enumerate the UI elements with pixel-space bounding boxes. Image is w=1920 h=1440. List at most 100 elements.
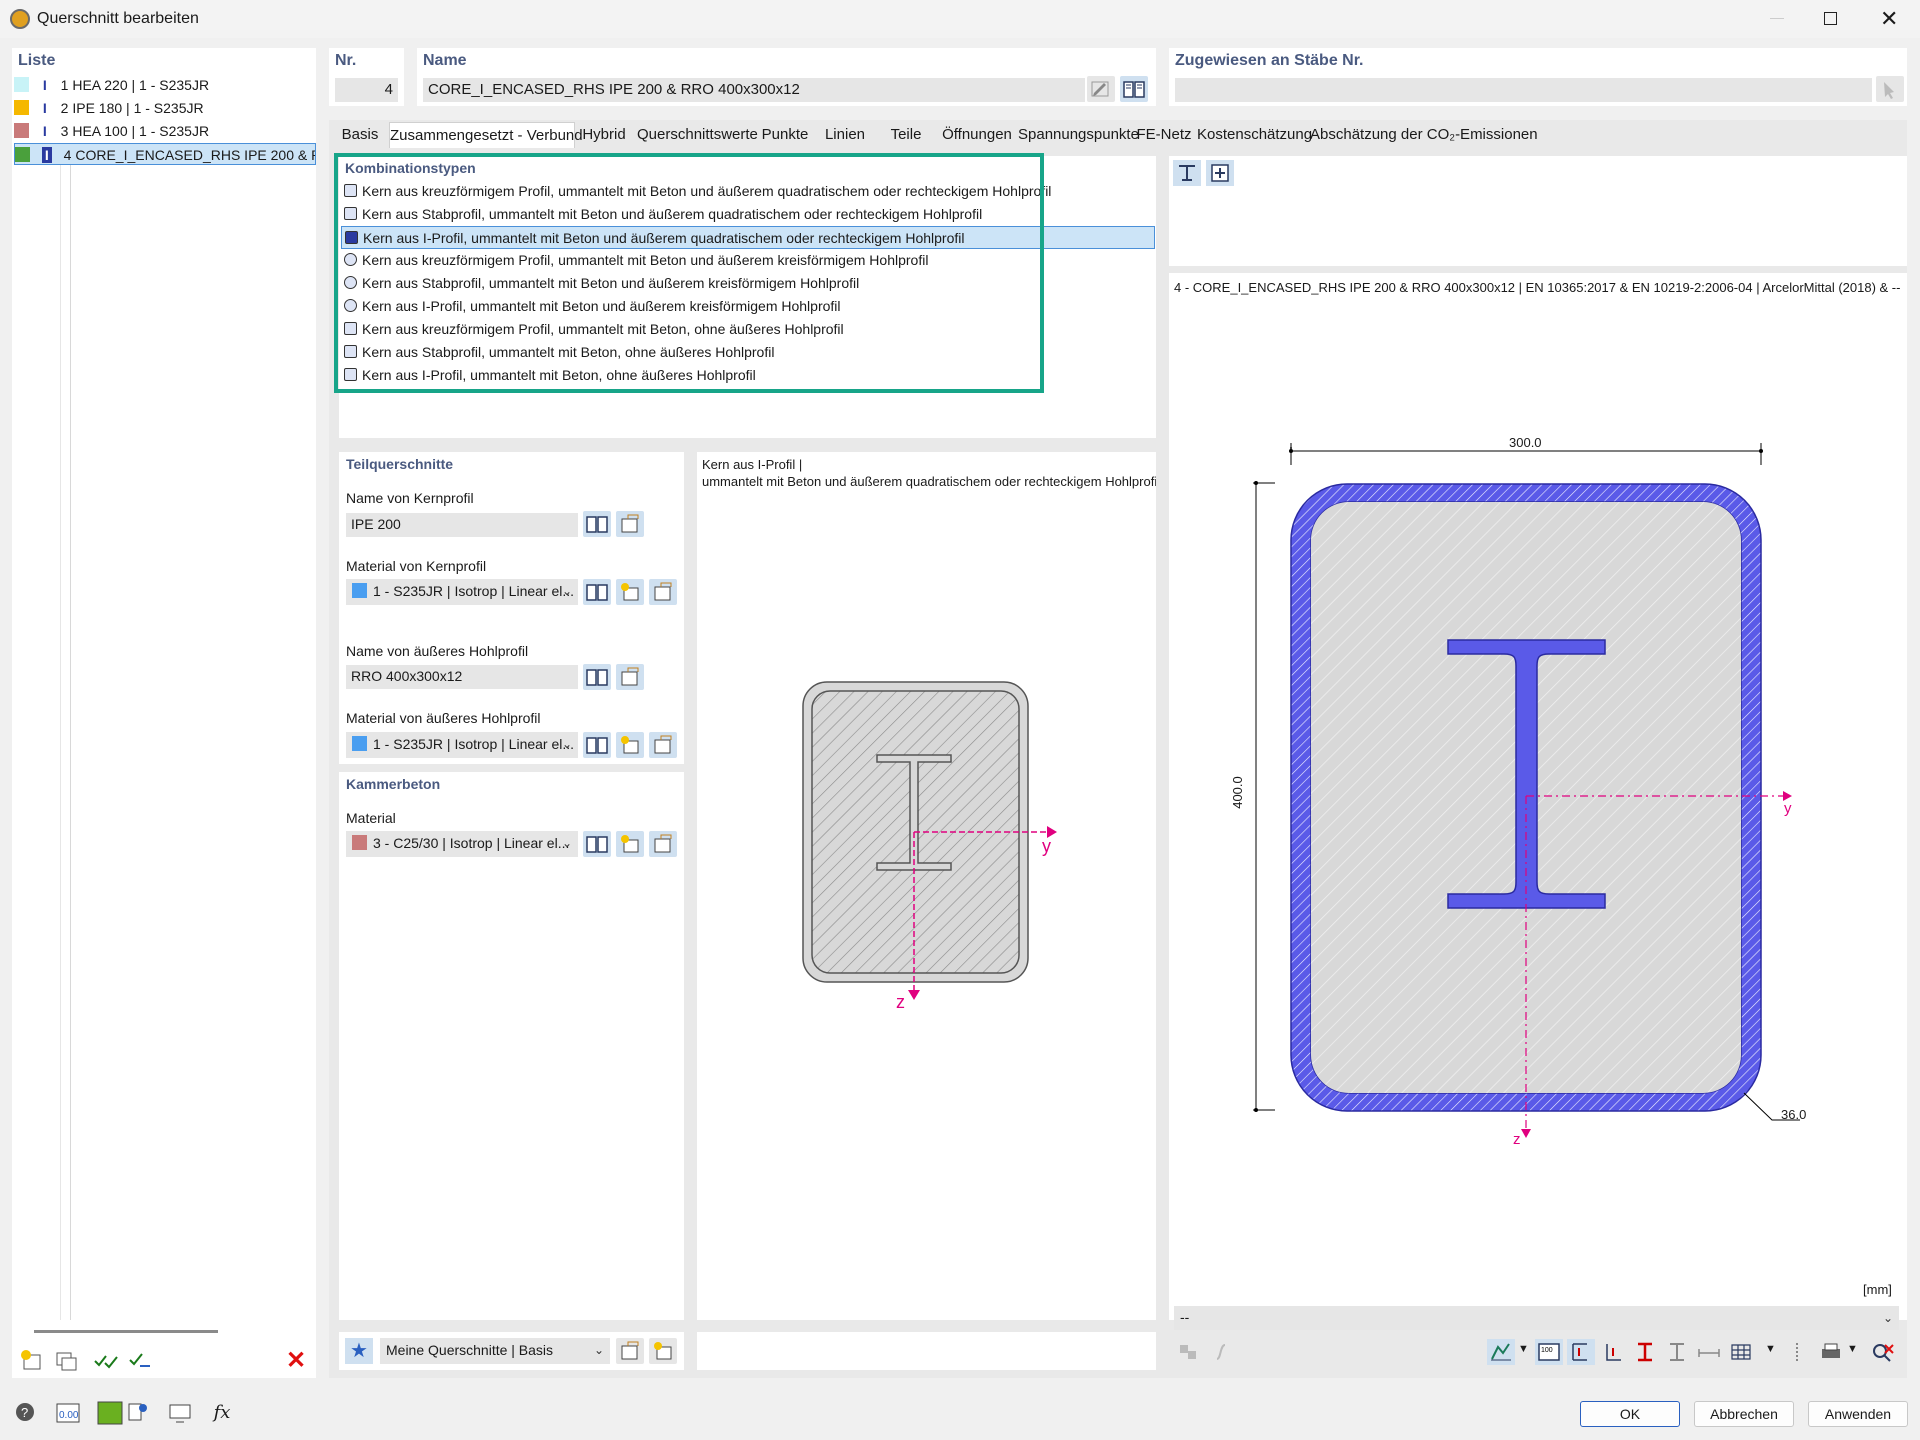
- new-material-icon[interactable]: [616, 732, 644, 758]
- library-icon[interactable]: [583, 579, 611, 605]
- formula-icon[interactable]: fx: [208, 1400, 236, 1426]
- tab-lines[interactable]: Linien: [820, 122, 870, 148]
- apply-button[interactable]: Anwenden: [1808, 1401, 1908, 1427]
- view-select[interactable]: -- ⌄: [1174, 1306, 1899, 1330]
- library-icon[interactable]: [583, 664, 611, 690]
- chevron-down-icon: ⌄: [561, 584, 572, 598]
- library-icon[interactable]: [583, 732, 611, 758]
- library-select[interactable]: Meine Querschnitte | Basis ⌄: [380, 1338, 610, 1364]
- function-icon[interactable]: [1207, 1339, 1235, 1365]
- assigned-field[interactable]: [1175, 78, 1872, 102]
- select-members-icon[interactable]: [1876, 76, 1904, 102]
- color-icon[interactable]: [96, 1400, 124, 1426]
- library-icon[interactable]: [1120, 76, 1148, 102]
- chevron-down-icon: ⌄: [593, 1343, 604, 1357]
- axis-z-label: z: [1513, 1131, 1521, 1148]
- outer-name-label: Name von äußeres Hohlprofil: [346, 643, 529, 659]
- add-section-icon[interactable]: [1206, 160, 1234, 186]
- axes-icon[interactable]: [1599, 1339, 1627, 1365]
- tab-hybrid[interactable]: Hybrid: [579, 122, 629, 148]
- chevron-down-icon[interactable]: ▼: [1518, 1343, 1529, 1355]
- minimize-button[interactable]: [1770, 18, 1784, 19]
- units-icon[interactable]: 0.00: [54, 1400, 82, 1426]
- app-icon: [10, 9, 30, 29]
- check-toggle-icon[interactable]: [126, 1348, 154, 1374]
- values-display-icon[interactable]: 100: [1535, 1339, 1563, 1365]
- info-icon[interactable]: [124, 1400, 152, 1426]
- name-field[interactable]: CORE_I_ENCASED_RHS IPE 200 & RRO 400x300…: [423, 78, 1085, 102]
- measure-icon[interactable]: [1695, 1339, 1723, 1365]
- chevron-down-icon: ⌄: [1882, 1311, 1893, 1325]
- tab-co2-emissions[interactable]: Abschätzung der CO₂-Emissionen: [1310, 122, 1538, 148]
- check-all-icon[interactable]: [92, 1348, 120, 1374]
- outer-name-field[interactable]: RRO 400x300x12: [346, 665, 578, 689]
- svg-text:?: ?: [21, 1405, 28, 1420]
- library-icon[interactable]: [583, 831, 611, 857]
- list-scrollbar[interactable]: [34, 1330, 218, 1333]
- tab-cost-estimate[interactable]: Kostenschätzung: [1197, 122, 1312, 148]
- concrete-mat-label: Material: [346, 810, 396, 826]
- edit-library-icon[interactable]: [616, 1338, 644, 1364]
- assigned-panel: Zugewiesen an Stäbe Nr.: [1169, 48, 1907, 106]
- delete-icon[interactable]: ✕: [282, 1348, 310, 1374]
- i-section-icon[interactable]: [1631, 1339, 1659, 1365]
- outer-material-value: 1 - S235JR | Isotrop | Linear el...: [373, 736, 575, 752]
- section-type-icon[interactable]: [1173, 160, 1201, 186]
- maximize-button[interactable]: [1824, 12, 1837, 25]
- edit-material-icon[interactable]: [649, 732, 677, 758]
- tab-fe-mesh[interactable]: FE-Netz: [1135, 122, 1193, 148]
- tab-composite[interactable]: Zusammengesetzt - Verbund: [389, 122, 583, 148]
- list-item-label: 3 HEA 100 | 1 - S235JR: [60, 123, 210, 139]
- grid-icon[interactable]: [1727, 1339, 1755, 1365]
- chevron-down-icon[interactable]: ▼: [1847, 1343, 1858, 1355]
- list-item[interactable]: I 3 HEA 100 | 1 - S235JR: [14, 120, 314, 142]
- list-item[interactable]: I 1 HEA 220 | 1 - S235JR: [14, 74, 314, 96]
- assigned-label: Zugewiesen an Stäbe Nr.: [1175, 52, 1364, 69]
- tab-stress-points[interactable]: Spannungspunkte: [1018, 122, 1139, 148]
- reset-view-icon[interactable]: [1869, 1339, 1897, 1365]
- dimensions-icon[interactable]: [1567, 1339, 1595, 1365]
- tab-parts[interactable]: Teile: [881, 122, 931, 148]
- concrete-material-select[interactable]: 3 - C25/30 | Isotrop | Linear el... ⌄: [346, 831, 578, 857]
- edit-section-icon[interactable]: [616, 664, 644, 690]
- dim-width-label: 300.0: [1509, 435, 1542, 450]
- tab-section-values[interactable]: Querschnittswerte: [637, 122, 758, 148]
- cancel-button[interactable]: Abbrechen: [1694, 1401, 1794, 1427]
- core-name-field[interactable]: IPE 200: [346, 513, 578, 537]
- edit-material-icon[interactable]: [649, 831, 677, 857]
- tab-basis[interactable]: Basis: [335, 122, 385, 148]
- help-icon[interactable]: ?: [12, 1400, 40, 1426]
- edit-name-icon[interactable]: [1087, 76, 1115, 102]
- chevron-down-icon[interactable]: ▼: [1765, 1343, 1776, 1355]
- library-icon[interactable]: [583, 511, 611, 537]
- core-material-select[interactable]: 1 - S235JR | Isotrop | Linear el... ⌄: [346, 579, 578, 605]
- close-button[interactable]: ✕: [1880, 6, 1898, 32]
- tab-points[interactable]: Punkte: [760, 122, 810, 148]
- library-select-value: Meine Querschnitte | Basis: [386, 1342, 554, 1358]
- layers-icon[interactable]: [1783, 1339, 1811, 1365]
- print-icon[interactable]: [1817, 1339, 1845, 1365]
- new-library-icon[interactable]: [649, 1338, 677, 1364]
- edit-section-icon[interactable]: [616, 511, 644, 537]
- drawing-toolbar-panel: [1169, 156, 1907, 266]
- copy-section-icon[interactable]: [52, 1348, 80, 1374]
- i-section-outline-icon[interactable]: [1663, 1339, 1691, 1365]
- list-title: Liste: [18, 52, 56, 69]
- nr-field[interactable]: 4: [335, 78, 398, 102]
- list-item-selected[interactable]: I 4 CORE_I_ENCASED_RHS IPE 200 & RRO 400…: [14, 143, 316, 165]
- list-item-label: 2 IPE 180 | 1 - S235JR: [60, 100, 204, 116]
- ok-button[interactable]: OK: [1580, 1401, 1680, 1427]
- new-material-icon[interactable]: [616, 831, 644, 857]
- display-icon[interactable]: [166, 1400, 194, 1426]
- view-mode-icon[interactable]: [1487, 1339, 1515, 1365]
- concrete-material-value: 3 - C25/30 | Isotrop | Linear el...: [373, 835, 570, 851]
- favorite-icon[interactable]: ★: [345, 1338, 373, 1364]
- new-material-icon[interactable]: [616, 579, 644, 605]
- list-item[interactable]: I 2 IPE 180 | 1 - S235JR: [14, 97, 314, 119]
- settings-icon[interactable]: [1175, 1339, 1203, 1365]
- outer-material-select[interactable]: 1 - S235JR | Isotrop | Linear el... ⌄: [346, 732, 578, 758]
- edit-material-icon[interactable]: [649, 579, 677, 605]
- tab-openings[interactable]: Öffnungen: [940, 122, 1014, 148]
- new-section-icon[interactable]: [18, 1348, 46, 1374]
- chevron-down-icon: ⌄: [561, 737, 572, 751]
